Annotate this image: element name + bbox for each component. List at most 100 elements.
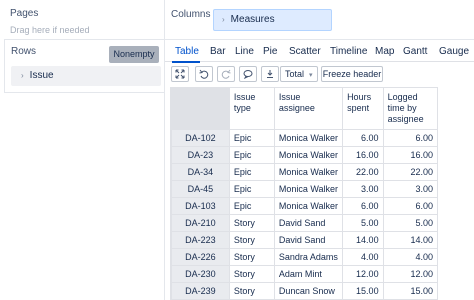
table-row[interactable]: DA-34 Epic Monica Walker 22.00 22.00 bbox=[171, 163, 438, 181]
cell-issue-type: Epic bbox=[228, 163, 275, 181]
table-row[interactable]: DA-230 Story Adam Mint 12.00 12.00 bbox=[171, 265, 438, 283]
table-header-row: Issue type Issue assignee Hours spent Lo… bbox=[171, 87, 438, 130]
cell-issue-assignee: Duncan Snow bbox=[273, 282, 344, 300]
cell-issue-assignee: Adam Mint bbox=[273, 265, 344, 283]
table-row[interactable]: DA-45 Epic Monica Walker 3.00 3.00 bbox=[171, 180, 438, 198]
cell-issue-assignee: Monica Walker bbox=[273, 180, 344, 198]
cell-issue-type: Epic bbox=[228, 146, 275, 164]
cell-issue-type: Epic bbox=[228, 197, 275, 215]
table-row[interactable]: DA-226 Story Sandra Adams 4.00 4.00 bbox=[171, 248, 438, 266]
table-body: DA-102 Epic Monica Walker 6.00 6.00 DA-23 Epic… bbox=[171, 129, 438, 300]
corner-cell bbox=[171, 87, 230, 130]
cell-issue-assignee: David Sand bbox=[273, 214, 344, 232]
cell-hours-spent: 14.00 bbox=[342, 231, 384, 249]
cell-issue-assignee: Monica Walker bbox=[273, 197, 344, 215]
row-header-issue[interactable]: DA-102 bbox=[171, 129, 230, 147]
cell-hours-spent: 6.00 bbox=[342, 197, 384, 215]
tab-gantt[interactable]: Gantt bbox=[403, 46, 427, 57]
comment-icon[interactable] bbox=[239, 66, 257, 82]
header-hours-spent[interactable]: Hours spent bbox=[342, 87, 384, 130]
table-row[interactable]: DA-102 Epic Monica Walker 6.00 6.00 bbox=[171, 129, 438, 147]
cell-issue-type: Story bbox=[228, 282, 275, 300]
header-logged-time[interactable]: Logged time by assignee bbox=[382, 87, 438, 130]
measures-dimension-chip[interactable]: › Measures bbox=[213, 9, 332, 31]
header-issue-type[interactable]: Issue type bbox=[228, 87, 275, 130]
cell-logged-time: 22.00 bbox=[382, 163, 438, 181]
cell-logged-time: 15.00 bbox=[382, 282, 438, 300]
cell-issue-type: Epic bbox=[228, 180, 275, 198]
expand-icon[interactable] bbox=[171, 66, 189, 82]
tab-map[interactable]: Map bbox=[375, 46, 394, 57]
row-header-issue[interactable]: DA-226 bbox=[171, 248, 230, 266]
row-header-issue[interactable]: DA-230 bbox=[171, 265, 230, 283]
table-row[interactable]: DA-210 Story David Sand 5.00 5.00 bbox=[171, 214, 438, 232]
pages-hint: Drag here if needed bbox=[10, 25, 90, 35]
row-header-issue[interactable]: DA-34 bbox=[171, 163, 230, 181]
cell-issue-assignee: Sandra Adams bbox=[273, 248, 344, 266]
row-header-issue[interactable]: DA-239 bbox=[171, 282, 230, 300]
total-label: Total bbox=[285, 69, 305, 79]
freeze-header-button[interactable]: Freeze header bbox=[321, 66, 383, 82]
row-header-issue[interactable]: DA-23 bbox=[171, 146, 230, 164]
row-header-issue[interactable]: DA-45 bbox=[171, 180, 230, 198]
cell-logged-time: 4.00 bbox=[382, 248, 438, 266]
rows-dropzone[interactable]: Rows Nonempty › Issue bbox=[4, 40, 164, 93]
tab-pie[interactable]: Pie bbox=[263, 46, 277, 57]
tab-gauge[interactable]: Gauge bbox=[439, 46, 469, 57]
tab-scatter[interactable]: Scatter bbox=[289, 46, 321, 57]
total-dropdown[interactable]: Total ▾ bbox=[280, 66, 318, 82]
cell-logged-time: 3.00 bbox=[382, 180, 438, 198]
table-row[interactable]: DA-103 Epic Monica Walker 6.00 6.00 bbox=[171, 197, 438, 215]
row-header-issue[interactable]: DA-103 bbox=[171, 197, 230, 215]
issue-dimension-chip[interactable]: › Issue bbox=[11, 66, 161, 86]
chevron-right-icon[interactable]: › bbox=[222, 15, 225, 24]
table-row[interactable]: DA-239 Story Duncan Snow 15.00 15.00 bbox=[171, 282, 438, 300]
columns-title: Columns bbox=[171, 9, 211, 20]
view-tabs: Table Bar Line Pie Scatter Timeline Map … bbox=[165, 40, 474, 62]
cell-issue-type: Story bbox=[228, 231, 275, 249]
row-header-issue[interactable]: DA-223 bbox=[171, 231, 230, 249]
cell-issue-type: Story bbox=[228, 214, 275, 232]
chevron-down-icon: ▾ bbox=[309, 72, 313, 79]
left-panel: Pages Drag here if needed Rows Nonempty … bbox=[0, 0, 165, 300]
export-icon[interactable] bbox=[261, 66, 279, 82]
cell-logged-time: 12.00 bbox=[382, 265, 438, 283]
pages-title: Pages bbox=[10, 8, 39, 19]
cell-logged-time: 14.00 bbox=[382, 231, 438, 249]
row-header-issue[interactable]: DA-210 bbox=[171, 214, 230, 232]
tab-table[interactable]: Table bbox=[175, 46, 199, 57]
table-row[interactable]: DA-23 Epic Monica Walker 16.00 16.00 bbox=[171, 146, 438, 164]
pages-dropzone[interactable]: Pages Drag here if needed bbox=[4, 4, 164, 40]
cell-issue-type: Epic bbox=[228, 129, 275, 147]
columns-dropzone[interactable]: Columns › Measures bbox=[165, 0, 474, 40]
cell-hours-spent: 4.00 bbox=[342, 248, 384, 266]
table-row[interactable]: DA-223 Story David Sand 14.00 14.00 bbox=[171, 231, 438, 249]
cell-logged-time: 16.00 bbox=[382, 146, 438, 164]
undo-icon[interactable] bbox=[195, 66, 213, 82]
cell-logged-time: 6.00 bbox=[382, 197, 438, 215]
tab-bar[interactable]: Bar bbox=[210, 46, 226, 57]
cell-issue-assignee: Monica Walker bbox=[273, 163, 344, 181]
cell-issue-assignee: Monica Walker bbox=[273, 146, 344, 164]
data-table: Issue type Issue assignee Hours spent Lo… bbox=[171, 87, 438, 300]
cell-hours-spent: 3.00 bbox=[342, 180, 384, 198]
cell-hours-spent: 15.00 bbox=[342, 282, 384, 300]
cell-logged-time: 5.00 bbox=[382, 214, 438, 232]
redo-icon[interactable] bbox=[217, 66, 235, 82]
tab-timeline[interactable]: Timeline bbox=[330, 46, 367, 57]
cell-hours-spent: 6.00 bbox=[342, 129, 384, 147]
header-issue-assignee[interactable]: Issue assignee bbox=[273, 87, 344, 130]
cell-logged-time: 6.00 bbox=[382, 129, 438, 147]
cell-hours-spent: 12.00 bbox=[342, 265, 384, 283]
cell-issue-assignee: David Sand bbox=[273, 231, 344, 249]
cell-hours-spent: 16.00 bbox=[342, 146, 384, 164]
nonempty-button[interactable]: Nonempty bbox=[109, 46, 159, 63]
cell-issue-type: Story bbox=[228, 248, 275, 266]
report-table: Issue type Issue assignee Hours spent Lo… bbox=[170, 87, 438, 300]
chevron-right-icon[interactable]: › bbox=[21, 71, 24, 80]
tab-line[interactable]: Line bbox=[235, 46, 254, 57]
cell-hours-spent: 5.00 bbox=[342, 214, 384, 232]
measures-chip-label: Measures bbox=[230, 14, 275, 25]
toolbar: Total ▾ Freeze header bbox=[165, 64, 474, 84]
cell-hours-spent: 22.00 bbox=[342, 163, 384, 181]
